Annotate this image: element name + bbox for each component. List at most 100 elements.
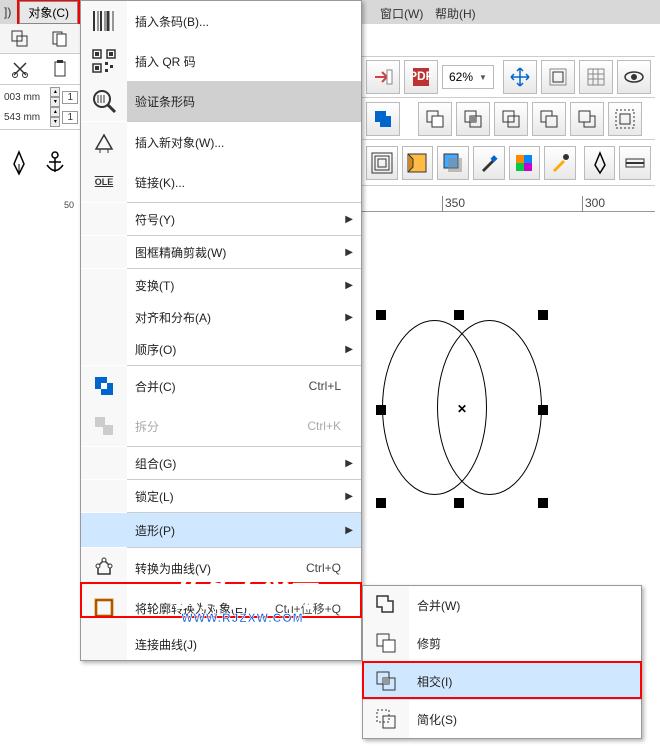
help-menu[interactable]: 帮助(H) bbox=[435, 5, 476, 22]
front-minus-icon[interactable] bbox=[532, 102, 566, 136]
selection-handle[interactable] bbox=[538, 310, 548, 320]
truncated-menu: ]) bbox=[0, 5, 15, 19]
menu-align[interactable]: 对齐和分布(A) ▶ bbox=[81, 301, 361, 333]
shadow-icon[interactable] bbox=[437, 146, 469, 180]
menu-lock[interactable]: 锁定(L) ▶ bbox=[81, 480, 361, 512]
outline-to-obj-icon bbox=[92, 596, 116, 620]
grid-icon[interactable] bbox=[579, 60, 613, 94]
pen-icon[interactable] bbox=[584, 146, 616, 180]
eyedropper-icon[interactable] bbox=[473, 146, 505, 180]
menu-order[interactable]: 顺序(O) ▶ bbox=[81, 333, 361, 365]
eye-icon[interactable] bbox=[617, 60, 651, 94]
window-menu[interactable]: 窗口(W) bbox=[380, 5, 423, 22]
break-icon bbox=[92, 414, 116, 438]
clone-icon[interactable] bbox=[10, 29, 30, 49]
spin-up[interactable]: ▴ bbox=[50, 87, 60, 97]
menu-shaping[interactable]: 造形(P) ▶ bbox=[81, 513, 361, 547]
chevron-down-icon: ▼ bbox=[479, 73, 487, 82]
chevron-right-icon: ▶ bbox=[345, 280, 353, 291]
ellipse-right[interactable] bbox=[437, 320, 542, 495]
width-prop: 003 mm ▴▾ 1 bbox=[2, 87, 78, 107]
simplify-shape-icon[interactable] bbox=[494, 102, 528, 136]
horizontal-ruler: 350 300 bbox=[362, 196, 655, 212]
selection-handle[interactable] bbox=[538, 498, 548, 508]
height-prop: 543 mm ▴▾ 1 bbox=[2, 107, 78, 127]
new-object-icon bbox=[91, 129, 117, 155]
menu-validate-barcode[interactable]: 验证条形码 bbox=[81, 81, 361, 121]
spin-up[interactable]: ▴ bbox=[50, 107, 60, 117]
trim-shape-icon[interactable] bbox=[418, 102, 452, 136]
trim-icon bbox=[374, 631, 398, 655]
object-menu-button[interactable]: 对象(C) bbox=[19, 1, 78, 24]
shaping-submenu: 合并(W) 修剪 相交(I) 简化(S) bbox=[362, 585, 642, 739]
menu-insert-qr[interactable]: 插入 QR 码 bbox=[81, 41, 361, 81]
qr-icon bbox=[90, 47, 118, 75]
paste-icon[interactable] bbox=[50, 59, 70, 79]
menu-transform[interactable]: 变换(T) ▶ bbox=[81, 269, 361, 301]
submenu-weld[interactable]: 合并(W) bbox=[363, 586, 641, 624]
chevron-right-icon: ▶ bbox=[345, 312, 353, 323]
ruler-left-label: 50 bbox=[64, 200, 74, 210]
menu-group[interactable]: 组合(G) ▶ bbox=[81, 447, 361, 479]
submenu-intersect[interactable]: 相交(I) bbox=[363, 662, 641, 700]
weld-icon bbox=[374, 593, 398, 617]
color-eyedrop-icon[interactable] bbox=[544, 146, 576, 180]
barcode-icon bbox=[90, 7, 118, 35]
export-arrow-icon[interactable] bbox=[366, 60, 400, 94]
copy-icon[interactable] bbox=[50, 29, 70, 49]
selection-handle[interactable] bbox=[454, 498, 464, 508]
menu-outline-to-object[interactable]: 将轮廓转换为对象(E) Ctrl+位移+Q bbox=[81, 588, 361, 628]
menu-convert-to-curves[interactable]: 转换为曲线(V) Ctrl+Q bbox=[81, 548, 361, 588]
toolbar-3 bbox=[362, 140, 655, 186]
simplify-icon bbox=[374, 707, 398, 731]
selection-handle[interactable] bbox=[538, 405, 548, 415]
left-tool-palette bbox=[2, 146, 78, 180]
menu-break: 拆分 Ctrl+K bbox=[81, 406, 361, 446]
weld-shape-icon[interactable] bbox=[366, 102, 400, 136]
cut-icon[interactable] bbox=[10, 59, 30, 79]
chevron-right-icon: ▶ bbox=[345, 247, 353, 258]
combine-icon bbox=[92, 374, 116, 398]
spin-down[interactable]: ▾ bbox=[50, 97, 60, 107]
pixel-preview-icon[interactable] bbox=[509, 146, 541, 180]
left-column: 003 mm ▴▾ 1 543 mm ▴▾ 1 bbox=[0, 24, 80, 130]
chevron-right-icon: ▶ bbox=[345, 344, 353, 355]
submenu-trim[interactable]: 修剪 bbox=[363, 624, 641, 662]
selection-handle[interactable] bbox=[376, 498, 386, 508]
bevel-icon[interactable] bbox=[402, 146, 434, 180]
menu-links[interactable]: OLE 链接(K)... bbox=[81, 162, 361, 202]
outline-pen-icon[interactable] bbox=[619, 146, 651, 180]
spin-down[interactable]: ▾ bbox=[50, 117, 60, 127]
menu-insert-barcode[interactable]: 插入条码(B)... bbox=[81, 1, 361, 41]
menu-join-curves[interactable]: 连接曲线(J) bbox=[81, 628, 361, 660]
object-dropdown-menu: 插入条码(B)... 插入 QR 码 验证条形码 插入新对象(W)... OLE… bbox=[80, 0, 362, 661]
toolbar-1: PDF 62%▼ bbox=[362, 56, 655, 98]
ole-icon: OLE bbox=[95, 177, 114, 187]
zoom-select[interactable]: 62%▼ bbox=[442, 65, 494, 89]
submenu-simplify[interactable]: 简化(S) bbox=[363, 700, 641, 738]
selection-center: ✕ bbox=[457, 402, 467, 416]
boundary-icon[interactable] bbox=[608, 102, 642, 136]
back-minus-icon[interactable] bbox=[570, 102, 604, 136]
to-curves-icon bbox=[92, 556, 116, 580]
move-icon[interactable] bbox=[503, 60, 537, 94]
intersect-shape-icon[interactable] bbox=[456, 102, 490, 136]
selection-handle[interactable] bbox=[454, 310, 464, 320]
intersect-icon bbox=[374, 669, 398, 693]
pdf-icon[interactable]: PDF bbox=[404, 60, 438, 94]
chevron-right-icon: ▶ bbox=[345, 458, 353, 469]
menu-insert-new-object[interactable]: 插入新对象(W)... bbox=[81, 122, 361, 162]
toolbar-2 bbox=[362, 98, 655, 140]
menu-symbol[interactable]: 符号(Y) ▶ bbox=[81, 203, 361, 235]
menu-powerclip[interactable]: 图框精确剪裁(W) ▶ bbox=[81, 236, 361, 268]
pen-tool-icon[interactable] bbox=[2, 146, 36, 180]
chevron-right-icon: ▶ bbox=[345, 491, 353, 502]
snap-icon[interactable] bbox=[541, 60, 575, 94]
chevron-right-icon: ▶ bbox=[345, 525, 353, 536]
anchor-icon[interactable] bbox=[38, 146, 72, 180]
magnifier-icon bbox=[90, 87, 118, 115]
selection-handle[interactable] bbox=[376, 405, 386, 415]
menu-combine[interactable]: 合并(C) Ctrl+L bbox=[81, 366, 361, 406]
selection-handle[interactable] bbox=[376, 310, 386, 320]
contour-icon[interactable] bbox=[366, 146, 398, 180]
